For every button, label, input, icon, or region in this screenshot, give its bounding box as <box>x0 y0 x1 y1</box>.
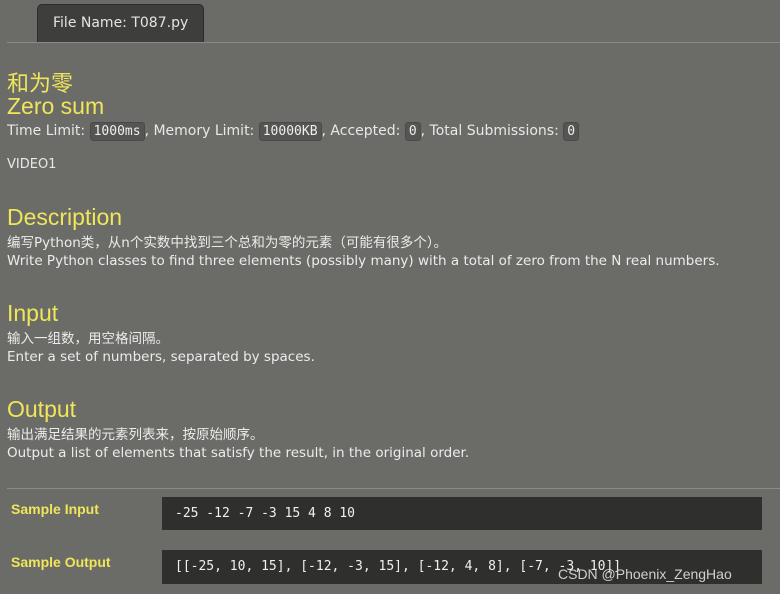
time-limit-label: Time Limit: <box>7 123 86 139</box>
sample-input-box[interactable]: -25 -12 -7 -3 15 4 8 10 <box>162 497 762 530</box>
section-divider <box>7 488 780 489</box>
watermark-text: CSDN @Phoenix_ZengHao <box>558 566 732 582</box>
input-line-cn: 输入一组数，用空格间隔。 <box>7 331 169 347</box>
input-heading: Input <box>7 300 59 326</box>
memory-limit-label: , Memory Limit: <box>144 123 255 139</box>
accepted-value: 0 <box>404 122 421 141</box>
output-line-en: Output a list of elements that satisfy t… <box>7 445 470 461</box>
output-text: 输出满足结果的元素列表来，按原始顺序。 Output a list of ele… <box>7 426 469 462</box>
input-text: 输入一组数，用空格间隔。 Enter a set of numbers, sep… <box>7 330 315 366</box>
description-heading: Description <box>7 204 123 230</box>
time-limit-value: 1000ms <box>89 122 145 141</box>
limits-line: Time Limit: 1000ms, Memory Limit: 10000K… <box>7 122 580 141</box>
video-tag: VIDEO1 <box>7 157 57 172</box>
tab-file-name[interactable]: File Name: T087.py <box>37 4 204 42</box>
description-text: 编写Python类，从n个实数中找到三个总和为零的元素（可能有很多个）。 Wri… <box>7 234 720 270</box>
sample-input-label: Sample Input <box>11 501 99 517</box>
accepted-label: , Accepted: <box>321 123 401 139</box>
problem-title-en: Zero sum <box>7 93 105 119</box>
tab-underline <box>7 42 780 43</box>
input-line-en: Enter a set of numbers, separated by spa… <box>7 349 315 365</box>
submissions-value: 0 <box>563 122 580 141</box>
output-line-cn: 输出满足结果的元素列表来，按原始顺序。 <box>7 427 264 443</box>
sample-output-label: Sample Output <box>11 554 111 570</box>
output-heading: Output <box>7 396 77 422</box>
memory-limit-value: 10000KB <box>258 122 322 141</box>
description-line-en: Write Python classes to find three eleme… <box>7 253 720 269</box>
submissions-label: , Total Submissions: <box>420 123 559 139</box>
description-line-cn: 编写Python类，从n个实数中找到三个总和为零的元素（可能有很多个）。 <box>7 235 448 251</box>
